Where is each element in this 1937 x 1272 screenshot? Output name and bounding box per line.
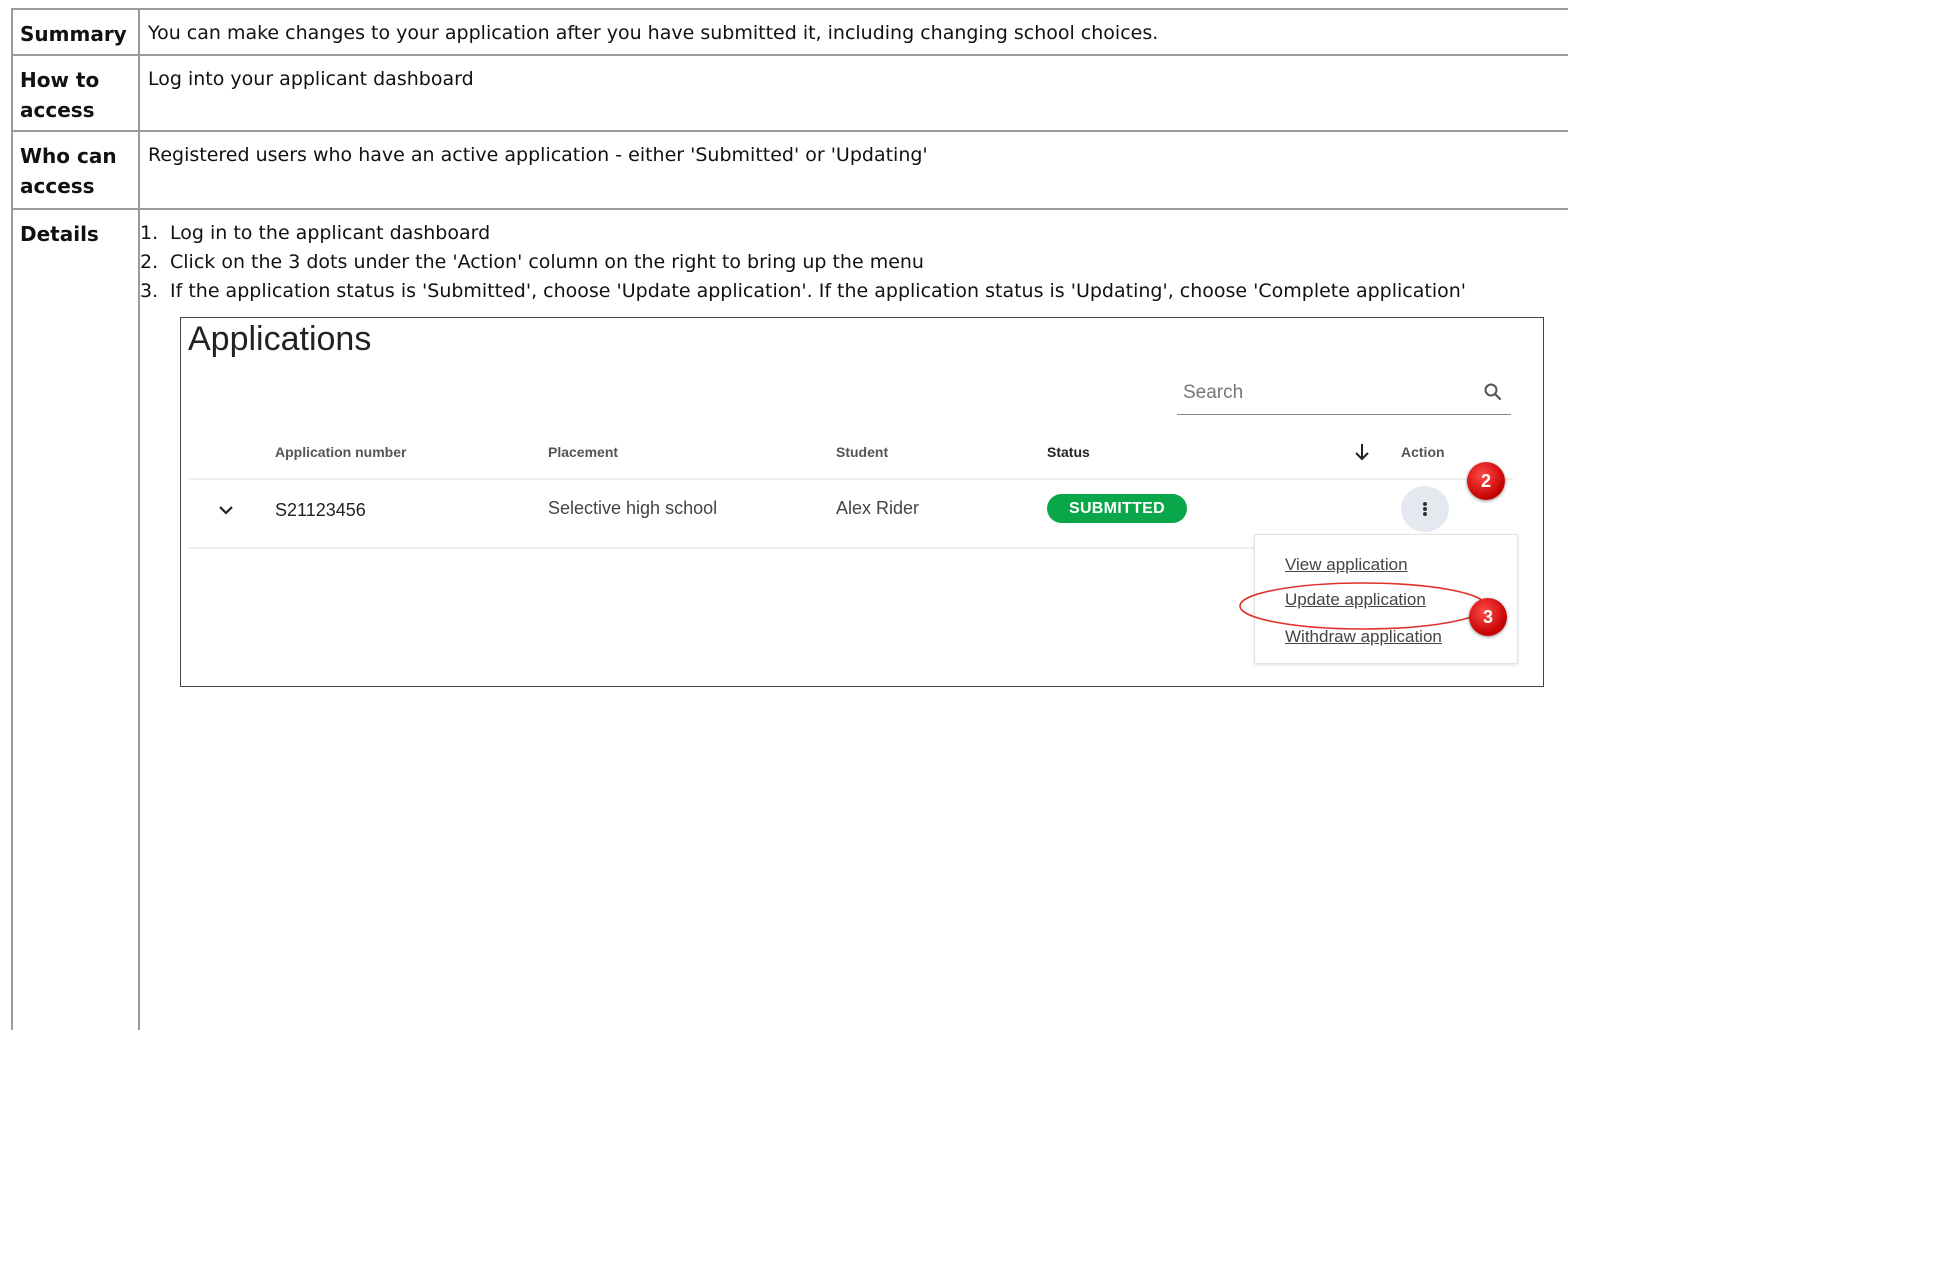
- step-text: Log in to the applicant dashboard: [170, 222, 491, 244]
- chevron-down-icon[interactable]: [217, 504, 235, 516]
- how-to-access-label: How to access: [11, 54, 140, 132]
- applications-title: Applications: [188, 320, 372, 358]
- step-number: 3.: [140, 280, 159, 302]
- arrow-down-icon[interactable]: [1353, 442, 1371, 462]
- step-item: 3. If the application status is 'Submitte…: [140, 277, 1568, 306]
- column-header-student: Student: [836, 444, 889, 460]
- search-icon[interactable]: [1483, 382, 1503, 402]
- who-can-access-label: Who can access: [11, 130, 140, 210]
- column-header-placement: Placement: [548, 444, 619, 460]
- applications-screenshot: Applications Application number Placemen…: [180, 317, 1544, 687]
- details-label: Details: [11, 208, 140, 1030]
- application-number-cell: S21123456: [275, 500, 366, 520]
- step-marker-3: 3: [1469, 598, 1507, 636]
- dot-icon: [1423, 502, 1427, 506]
- step-text: If the application status is 'Submitted'…: [170, 280, 1466, 302]
- who-can-access-row: Who can access Registered users who have…: [11, 130, 1568, 210]
- column-header-action: Action: [1401, 444, 1445, 460]
- dot-icon: [1423, 512, 1427, 516]
- dot-icon: [1423, 507, 1427, 511]
- view-application-link[interactable]: View application: [1285, 555, 1408, 575]
- step-marker-2: 2: [1467, 462, 1505, 500]
- highlight-oval: [1239, 582, 1487, 630]
- step-number: 2.: [140, 251, 159, 273]
- step-item: 1. Log in to the applicant dashboard: [140, 219, 1568, 248]
- how-to-access-value: Log into your applicant dashboard: [138, 54, 1568, 132]
- search-input[interactable]: [1177, 376, 1469, 410]
- placement-cell: Selective high school: [548, 498, 718, 518]
- step-item: 2. Click on the 3 dots under the 'Action'…: [140, 248, 1568, 277]
- summary-label: Summary: [11, 8, 140, 56]
- header-divider: [189, 478, 1513, 480]
- status-badge: SUBMITTED: [1047, 494, 1187, 523]
- details-steps: 1. Log in to the applicant dashboard 2. Cl…: [140, 219, 1568, 306]
- search-box[interactable]: [1177, 376, 1511, 415]
- column-header-application-number: Application number: [275, 444, 407, 460]
- step-text: Click on the 3 dots under the 'Action' c…: [170, 251, 924, 273]
- who-can-access-value: Registered users who have an active appl…: [138, 130, 1568, 210]
- step-number: 1.: [140, 222, 159, 244]
- summary-row: Summary You can make changes to your app…: [11, 8, 1568, 56]
- action-menu-button[interactable]: [1401, 486, 1449, 532]
- student-cell: Alex Rider: [836, 498, 920, 518]
- summary-value: You can make changes to your application…: [138, 8, 1568, 56]
- how-to-access-row: How to access Log into your applicant da…: [11, 54, 1568, 132]
- column-header-status[interactable]: Status: [1047, 444, 1090, 460]
